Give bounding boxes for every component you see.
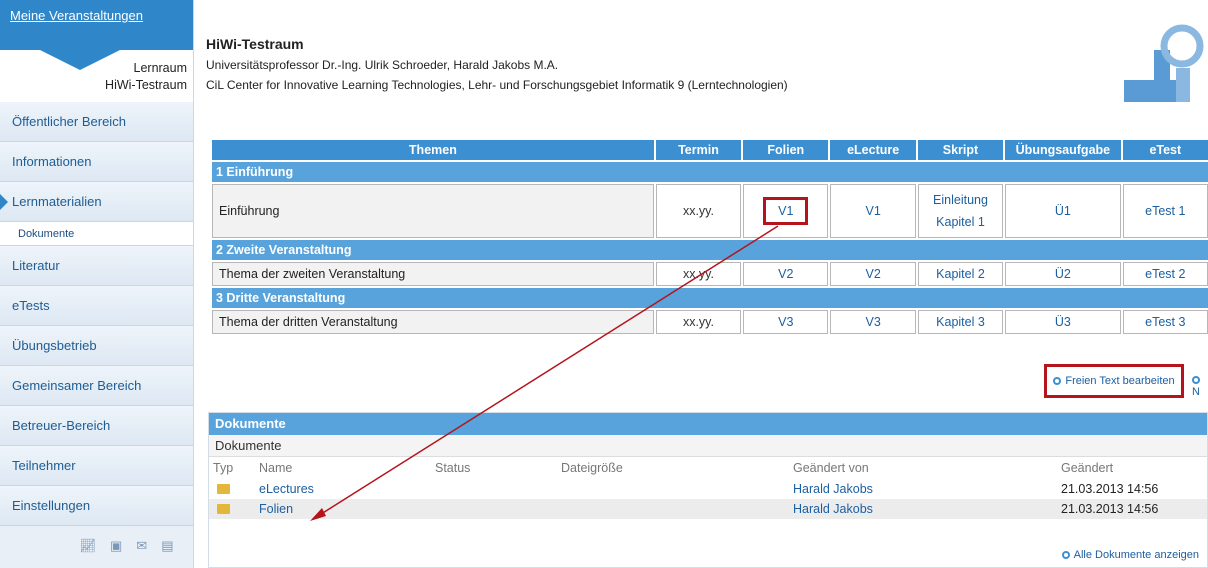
course-line2: HiWi-Testraum bbox=[105, 78, 187, 92]
sidebar-footer-icons: 📈︎ ▣ ✉︎ ▤ bbox=[0, 526, 193, 566]
schedule-table: Themen Termin Folien eLecture Skript Übu… bbox=[210, 138, 1208, 336]
document-date: 21.03.2013 14:56 bbox=[1061, 502, 1159, 516]
schedule-row: Einführung xx.yy. V1 V1 Einleitung Kapit… bbox=[212, 184, 1208, 238]
my-courses-link[interactable]: Meine Veranstaltungen bbox=[10, 8, 143, 23]
all-documents-link[interactable]: Alle Dokumente anzeigen bbox=[1061, 549, 1199, 561]
rss-icon[interactable]: ▣ bbox=[110, 538, 122, 554]
schedule-row: Thema der dritten Veranstaltung xx.yy. V… bbox=[212, 310, 1208, 334]
skript-cell: Einleitung Kapitel 1 bbox=[917, 184, 1004, 238]
more-link[interactable]: N bbox=[1192, 374, 1208, 398]
col-geaendert-von[interactable]: Geändert von bbox=[793, 457, 869, 479]
section-heading: 1 Einführung bbox=[212, 162, 1208, 182]
more-link-label: N bbox=[1192, 386, 1200, 398]
page-subtitle-institute: CiL Center for Innovative Learning Techn… bbox=[206, 78, 788, 92]
sidebar-item-etests[interactable]: eTests bbox=[0, 286, 193, 326]
documents-heading: Dokumente bbox=[209, 413, 1207, 435]
section-heading: 2 Zweite Veranstaltung bbox=[212, 240, 1208, 260]
document-row[interactable]: Folien Harald Jakobs 21.03.2013 14:56 bbox=[209, 499, 1207, 519]
sidebar-item-einstellungen[interactable]: Einstellungen bbox=[0, 486, 193, 526]
col-termin: Termin bbox=[655, 140, 742, 160]
etest-link[interactable]: eTest 3 bbox=[1122, 310, 1208, 334]
folder-icon bbox=[217, 504, 230, 514]
document-row[interactable]: eLectures Harald Jakobs 21.03.2013 14:56 bbox=[209, 479, 1207, 499]
mail-icon[interactable]: ✉︎ bbox=[136, 538, 147, 554]
section-heading: 3 Dritte Veranstaltung bbox=[212, 288, 1208, 308]
topic-cell: Thema der dritten Veranstaltung bbox=[212, 310, 654, 334]
course-line1: Lernraum bbox=[133, 61, 188, 75]
folien-link[interactable]: V2 bbox=[743, 262, 829, 286]
bullet-icon bbox=[1061, 551, 1070, 559]
document-name-link[interactable]: eLectures bbox=[259, 482, 314, 496]
etest-link[interactable]: eTest 2 bbox=[1122, 262, 1208, 286]
electure-link[interactable]: V2 bbox=[830, 262, 916, 286]
col-etest: eTest bbox=[1122, 140, 1208, 160]
skript-link[interactable]: Kapitel 3 bbox=[917, 310, 1004, 334]
sidebar-header-bar: Meine Veranstaltungen bbox=[0, 0, 193, 70]
documents-panel: Dokumente Dokumente Typ Name Status Date… bbox=[208, 412, 1208, 568]
sidebar-item-betreuer-bereich[interactable]: Betreuer-Bereich bbox=[0, 406, 193, 446]
uebung-link[interactable]: Ü1 bbox=[1005, 184, 1121, 238]
institute-logo bbox=[1124, 24, 1204, 102]
bullet-icon bbox=[1192, 376, 1200, 384]
skript-link[interactable]: Kapitel 1 bbox=[919, 211, 1002, 233]
schedule-header-row: Themen Termin Folien eLecture Skript Übu… bbox=[212, 140, 1208, 160]
schedule-row: Thema der zweiten Veranstaltung xx.yy. V… bbox=[212, 262, 1208, 286]
col-status[interactable]: Status bbox=[435, 457, 470, 479]
sidebar-item-lernmaterialien[interactable]: Lernmaterialien bbox=[0, 182, 193, 222]
col-typ[interactable]: Typ bbox=[213, 457, 233, 479]
bullet-icon bbox=[1053, 377, 1062, 385]
sidebar-item-teilnehmer[interactable]: Teilnehmer bbox=[0, 446, 193, 486]
col-themen: Themen bbox=[212, 140, 654, 160]
electure-link[interactable]: V1 bbox=[830, 184, 916, 238]
sidebar-header: Meine Veranstaltungen Lernraum HiWi-Test… bbox=[0, 0, 193, 102]
documents-header-row: Typ Name Status Dateigröße Geändert von … bbox=[209, 457, 1207, 479]
page-subtitle-instructors: Universitätsprofessor Dr.-Ing. Ulrik Sch… bbox=[206, 58, 559, 72]
sidebar-item-oeffentlicher-bereich[interactable]: Öffentlicher Bereich bbox=[0, 102, 193, 142]
folien-link[interactable]: V1 bbox=[763, 197, 809, 225]
col-geaendert[interactable]: Geändert bbox=[1061, 457, 1113, 479]
col-name[interactable]: Name bbox=[259, 457, 292, 479]
termin-cell: xx.yy. bbox=[655, 262, 742, 286]
page-title: HiWi-Testraum bbox=[206, 36, 304, 52]
course-name: Lernraum HiWi-Testraum bbox=[105, 60, 187, 94]
folien-cell: V1 bbox=[743, 184, 829, 238]
chart-icon[interactable]: 📈︎ bbox=[79, 538, 96, 554]
col-electure: eLecture bbox=[830, 140, 916, 160]
col-skript: Skript bbox=[917, 140, 1004, 160]
col-uebungsaufgabe: Übungsaufgabe bbox=[1005, 140, 1121, 160]
folien-link[interactable]: V3 bbox=[743, 310, 829, 334]
sidebar-item-uebungsbetrieb[interactable]: Übungsbetrieb bbox=[0, 326, 193, 366]
document-author-link[interactable]: Harald Jakobs bbox=[793, 502, 873, 516]
document-author-link[interactable]: Harald Jakobs bbox=[793, 482, 873, 496]
electure-link[interactable]: V3 bbox=[830, 310, 916, 334]
all-documents-label: Alle Dokumente anzeigen bbox=[1073, 549, 1199, 561]
uebung-link[interactable]: Ü2 bbox=[1005, 262, 1121, 286]
skript-link[interactable]: Einleitung bbox=[919, 189, 1002, 211]
documents-subheading: Dokumente bbox=[209, 435, 1207, 457]
termin-cell: xx.yy. bbox=[655, 310, 742, 334]
sidebar-item-dokumente[interactable]: Dokumente bbox=[0, 222, 193, 246]
folder-icon bbox=[217, 484, 230, 494]
sidebar-item-informationen[interactable]: Informationen bbox=[0, 142, 193, 182]
topic-cell: Einführung bbox=[212, 184, 654, 238]
sidebar-item-literatur[interactable]: Literatur bbox=[0, 246, 193, 286]
termin-cell: xx.yy. bbox=[655, 184, 742, 238]
document-date: 21.03.2013 14:56 bbox=[1061, 482, 1159, 496]
col-dateigroesse[interactable]: Dateigröße bbox=[561, 457, 623, 479]
sidebar-item-gemeinsamer-bereich[interactable]: Gemeinsamer Bereich bbox=[0, 366, 193, 406]
uebung-link[interactable]: Ü3 bbox=[1005, 310, 1121, 334]
sidebar: Meine Veranstaltungen Lernraum HiWi-Test… bbox=[0, 0, 194, 568]
skript-link[interactable]: Kapitel 2 bbox=[917, 262, 1004, 286]
main-content: HiWi-Testraum Universitätsprofessor Dr.-… bbox=[194, 0, 1208, 568]
etest-link[interactable]: eTest 1 bbox=[1122, 184, 1208, 238]
document-name-link[interactable]: Folien bbox=[259, 502, 293, 516]
edit-free-text-link[interactable]: Freien Text bearbeiten bbox=[1044, 364, 1184, 398]
trash-icon[interactable]: ▤ bbox=[161, 538, 173, 554]
col-folien: Folien bbox=[743, 140, 829, 160]
topic-cell: Thema der zweiten Veranstaltung bbox=[212, 262, 654, 286]
edit-free-text-label: Freien Text bearbeiten bbox=[1065, 375, 1175, 387]
